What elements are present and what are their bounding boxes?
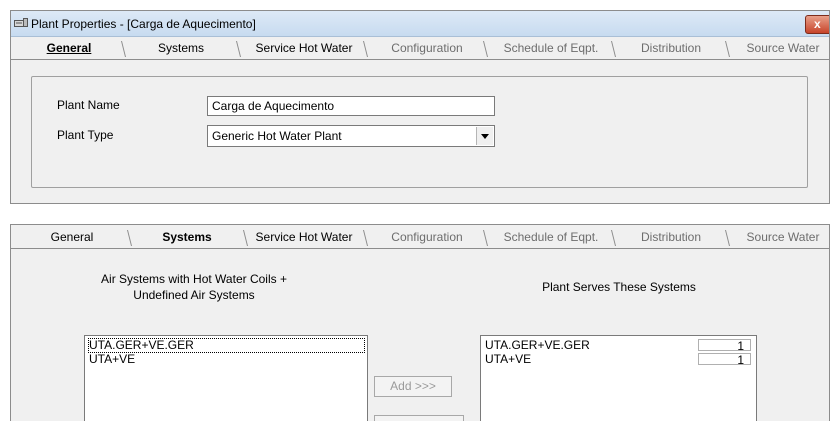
- tab-distribution-label: Distribution: [640, 41, 702, 55]
- title-bar: Plant Properties - [Carga de Aquecimento…: [11, 11, 829, 37]
- served-systems-list[interactable]: UTA.GER+VE.GER 1 UTA+VE 1: [480, 335, 757, 421]
- tab-configuration-label: Configuration: [391, 41, 463, 55]
- served-systems-heading: Plant Serves These Systems: [542, 280, 696, 294]
- tab-strip: General Systems Service Hot Water Config…: [11, 38, 829, 60]
- tab-general-label: General: [50, 230, 94, 244]
- tab-source-water-label: Source Water: [746, 41, 820, 55]
- served-system-count[interactable]: 1: [698, 353, 751, 366]
- tab-service-hot-water[interactable]: Service Hot Water: [245, 38, 363, 59]
- tab-baseline: [11, 248, 829, 249]
- tab-general[interactable]: General: [17, 38, 121, 59]
- tab-service-hot-water-label: Service Hot Water: [255, 230, 353, 244]
- tab-distribution-label: Distribution: [640, 230, 702, 244]
- remove-button[interactable]: [374, 415, 464, 421]
- tab-configuration-label: Configuration: [391, 230, 463, 244]
- tab-source-water[interactable]: Source Water: [731, 38, 829, 59]
- available-systems-heading: Air Systems with Hot Water Coils + Undef…: [101, 272, 287, 302]
- tab-distribution[interactable]: Distribution: [617, 38, 725, 59]
- tab-baseline: [11, 59, 829, 60]
- list-item[interactable]: UTA+VE 1: [485, 353, 753, 366]
- add-button[interactable]: Add >>>: [374, 376, 452, 397]
- close-icon: x: [814, 17, 821, 31]
- dropdown-button[interactable]: [476, 127, 493, 145]
- tab-configuration[interactable]: Configuration: [371, 227, 483, 248]
- tab-strip-systems: General Systems Service Hot Water Config…: [11, 227, 829, 249]
- tab-service-hot-water[interactable]: Service Hot Water: [245, 227, 363, 248]
- available-systems-list[interactable]: UTA.GER+VE.GER UTA+VE: [84, 335, 368, 421]
- tab-schedule-of-eqpt[interactable]: Schedule of Eqpt.: [491, 227, 611, 248]
- tab-service-hot-water-label: Service Hot Water: [255, 41, 353, 55]
- plant-properties-systems-panel: General Systems Service Hot Water Config…: [10, 224, 830, 421]
- tab-schedule-label: Schedule of Eqpt.: [503, 41, 599, 55]
- tab-general[interactable]: General: [17, 227, 127, 248]
- tab-general-label: General: [46, 41, 92, 55]
- plant-name-label: Plant Name: [57, 98, 120, 112]
- list-item[interactable]: UTA.GER+VE.GER 1: [485, 339, 753, 352]
- tab-systems[interactable]: Systems: [131, 227, 243, 248]
- tab-systems[interactable]: Systems: [126, 38, 236, 59]
- tab-schedule-label: Schedule of Eqpt.: [503, 230, 599, 244]
- served-system-count[interactable]: 1: [698, 339, 751, 352]
- plant-type-label: Plant Type: [57, 128, 114, 142]
- close-button[interactable]: x: [805, 15, 829, 34]
- general-groupbox: Plant Name Carga de Aquecimento Plant Ty…: [31, 76, 808, 188]
- served-system-name: UTA.GER+VE.GER: [485, 338, 590, 352]
- tab-configuration[interactable]: Configuration: [371, 38, 483, 59]
- chevron-down-icon: [481, 134, 489, 139]
- plant-type-value: Generic Hot Water Plant: [212, 129, 342, 143]
- list-item[interactable]: UTA+VE: [89, 353, 364, 366]
- tab-schedule-of-eqpt[interactable]: Schedule of Eqpt.: [491, 38, 611, 59]
- served-system-name: UTA+VE: [485, 352, 532, 366]
- plant-name-input[interactable]: Carga de Aquecimento: [207, 96, 495, 116]
- tab-systems-label: Systems: [162, 230, 212, 244]
- plant-properties-general-panel: Plant Properties - [Carga de Aquecimento…: [10, 10, 830, 204]
- window-title: Plant Properties - [Carga de Aquecimento…: [31, 17, 256, 31]
- tab-source-water-label: Source Water: [746, 230, 820, 244]
- plant-app-icon: [14, 18, 28, 27]
- list-item[interactable]: UTA.GER+VE.GER: [88, 338, 365, 353]
- tab-distribution[interactable]: Distribution: [617, 227, 725, 248]
- plant-type-select[interactable]: Generic Hot Water Plant: [207, 125, 495, 147]
- tab-systems-label: Systems: [157, 41, 204, 55]
- tab-source-water[interactable]: Source Water: [731, 227, 829, 248]
